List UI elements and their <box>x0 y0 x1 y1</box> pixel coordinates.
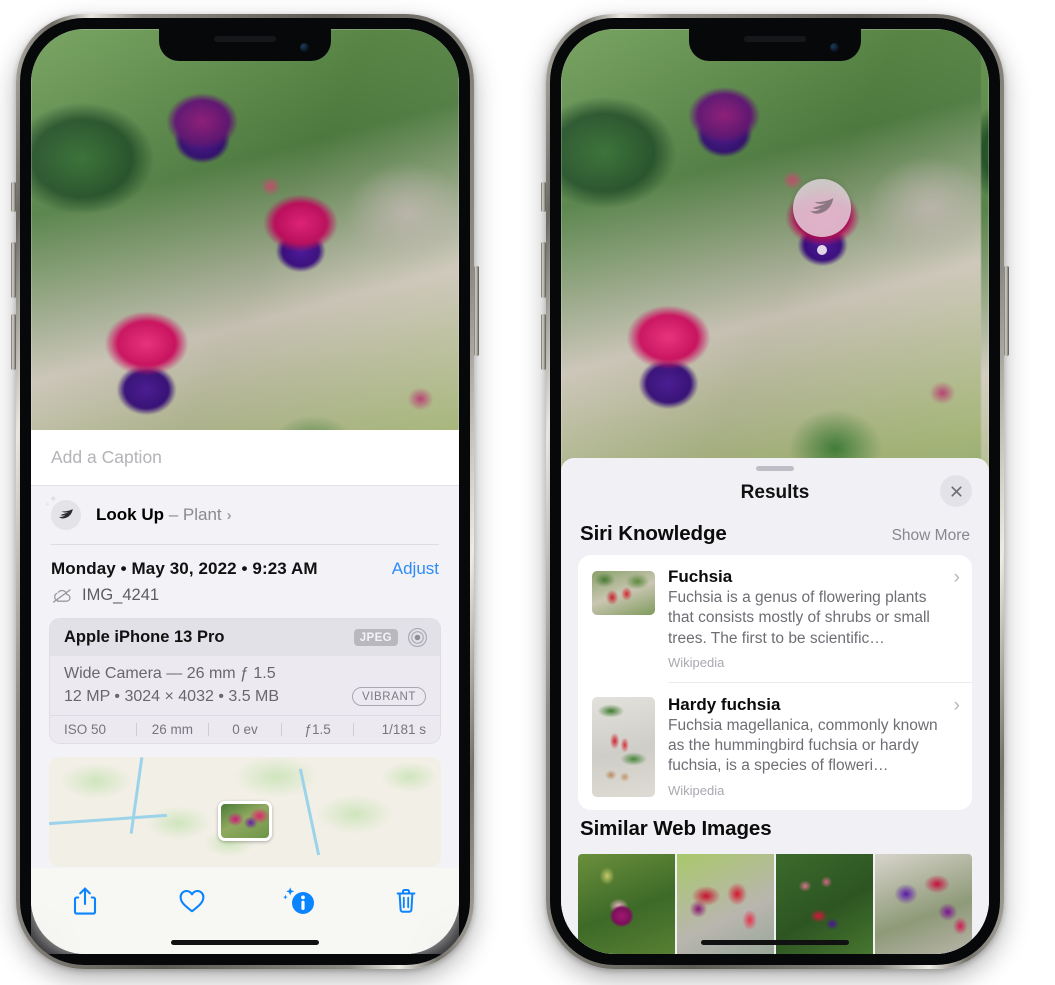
list-item[interactable]: Hardy fuchsia Fuchsia magellanica, commo… <box>578 683 972 810</box>
caption-input[interactable]: Add a Caption <box>51 447 162 468</box>
home-indicator[interactable] <box>701 940 849 945</box>
iphone-device-right: Results Siri Knowledge Show More Fuchsia… <box>541 14 1009 969</box>
page-title: Results <box>740 482 810 503</box>
power-button[interactable] <box>474 266 479 356</box>
stat-iso: ISO 50 <box>64 722 107 737</box>
chevron-right-icon: › <box>226 507 232 524</box>
share-icon <box>73 887 96 915</box>
stat-aperture: ƒ1.5 <box>304 722 331 737</box>
leaf-icon <box>45 495 81 530</box>
stat-exposure: 0 ev <box>232 722 258 737</box>
close-icon <box>950 485 962 497</box>
home-indicator[interactable] <box>171 940 319 945</box>
front-camera-icon <box>300 43 309 52</box>
look-up-row[interactable]: Look Up – Plant › <box>31 486 459 544</box>
photo-location-map[interactable] <box>49 757 441 867</box>
favorite-button[interactable] <box>166 880 218 922</box>
volume-up-button[interactable] <box>11 242 16 298</box>
photo-metadata-block: Monday • May 30, 2022 • 9:23 AM Adjust I… <box>31 545 459 605</box>
results-sheet: Results Siri Knowledge Show More Fuchsia… <box>561 458 989 954</box>
earpiece-speaker <box>744 36 806 42</box>
result-description: Fuchsia is a genus of flowering plants t… <box>668 589 930 647</box>
stat-shutter: 1/181 s <box>381 722 426 737</box>
caption-field-row[interactable]: Add a Caption <box>31 430 459 486</box>
cloud-slash-icon <box>52 588 71 603</box>
similar-web-images-strip <box>561 853 989 954</box>
look-up-action: Look Up <box>96 505 164 524</box>
device-notch <box>689 29 861 61</box>
camera-details-header: Apple iPhone 13 Pro JPEG <box>50 619 440 656</box>
volume-down-button[interactable] <box>11 314 16 370</box>
format-badge: JPEG <box>353 629 398 646</box>
device-bezel: Add a Caption Look Up – Plant › Monday •… <box>20 18 470 965</box>
chevron-right-icon: › <box>953 567 960 588</box>
resolution-filesize: 12 MP • 3024 × 4032 • 3.5 MB <box>64 687 280 705</box>
front-camera-icon <box>830 43 839 52</box>
mute-switch[interactable] <box>541 182 546 212</box>
chevron-right-icon: › <box>953 694 960 716</box>
camera-model: Apple iPhone 13 Pro <box>64 628 225 646</box>
result-source: Wikipedia <box>668 782 725 798</box>
camera-details-card[interactable]: Apple iPhone 13 Pro JPEG Wide Camera — 2… <box>49 618 441 744</box>
map-road <box>129 757 144 834</box>
sparkles-icon <box>45 495 57 507</box>
screenshot-canvas: Add a Caption Look Up – Plant › Monday •… <box>0 0 1055 985</box>
power-button[interactable] <box>1004 266 1009 356</box>
lens-description: Wide Camera — 26 mm ƒ 1.5 <box>64 665 276 682</box>
visual-lookup-badge[interactable] <box>793 179 851 237</box>
results-header: Results <box>561 471 989 515</box>
capture-date: Monday • May 30, 2022 • 9:23 AM <box>51 559 318 578</box>
screen-right: Results Siri Knowledge Show More Fuchsia… <box>561 29 989 954</box>
show-more-button[interactable]: Show More <box>892 527 970 545</box>
photographic-style-badge: VIBRANT <box>351 687 426 706</box>
camera-details-body: Wide Camera — 26 mm ƒ 1.5 12 MP • 3024 ×… <box>50 656 440 715</box>
siri-knowledge-header: Siri Knowledge Show More <box>561 515 989 555</box>
device-bezel: Results Siri Knowledge Show More Fuchsia… <box>550 18 1000 965</box>
similar-image-2[interactable] <box>677 853 774 954</box>
trash-icon <box>396 889 415 913</box>
result-title: Hardy fuchsia <box>668 694 781 714</box>
info-button[interactable] <box>273 880 325 922</box>
close-button[interactable] <box>940 475 972 507</box>
look-up-dash: – <box>164 505 183 524</box>
mute-switch[interactable] <box>11 182 16 212</box>
earpiece-speaker <box>214 36 276 42</box>
device-notch <box>159 29 331 61</box>
result-title: Fuchsia <box>668 567 733 586</box>
map-road <box>49 813 167 825</box>
similar-image-1[interactable] <box>578 853 675 954</box>
look-up-label: Look Up – Plant › <box>96 505 232 525</box>
similar-web-images-header: Similar Web Images <box>561 810 989 850</box>
section-title: Similar Web Images <box>580 816 772 840</box>
stat-focal: 26 mm <box>151 722 194 737</box>
volume-down-button[interactable] <box>541 314 546 370</box>
delete-button[interactable] <box>380 880 432 922</box>
similar-image-3[interactable] <box>776 853 873 954</box>
fuchsia-flower-thumbnail <box>592 571 655 615</box>
info-sparkle-icon <box>282 887 314 914</box>
look-up-subject: Plant <box>182 505 222 524</box>
map-road <box>298 768 320 856</box>
photo-thumbnail-pin[interactable] <box>218 800 272 841</box>
share-button[interactable] <box>59 880 111 922</box>
similar-image-4[interactable] <box>875 853 972 954</box>
result-description: Fuchsia magellanica, commonly known as t… <box>668 716 938 775</box>
section-title: Siri Knowledge <box>580 522 727 545</box>
siri-knowledge-card: Fuchsia Fuchsia is a genus of flowering … <box>578 555 972 810</box>
visual-lookup-anchor-dot <box>817 245 827 255</box>
result-source: Wikipedia <box>668 654 725 670</box>
adjust-button[interactable]: Adjust <box>392 559 439 579</box>
lens-icon <box>408 628 427 647</box>
file-name: IMG_4241 <box>82 586 160 604</box>
hardy-fuchsia-specimen-thumbnail <box>592 696 655 797</box>
volume-up-button[interactable] <box>541 242 546 298</box>
iphone-device-left: Add a Caption Look Up – Plant › Monday •… <box>11 14 479 969</box>
heart-icon <box>179 889 204 913</box>
photo-info-sheet: Add a Caption Look Up – Plant › Monday •… <box>31 430 459 954</box>
exposure-stats-row: ISO 50 26 mm 0 ev ƒ1.5 1/181 s <box>50 715 440 743</box>
list-item[interactable]: Fuchsia Fuchsia is a genus of flowering … <box>578 555 972 682</box>
screen-left: Add a Caption Look Up – Plant › Monday •… <box>31 29 459 954</box>
leaf-icon <box>810 198 834 214</box>
